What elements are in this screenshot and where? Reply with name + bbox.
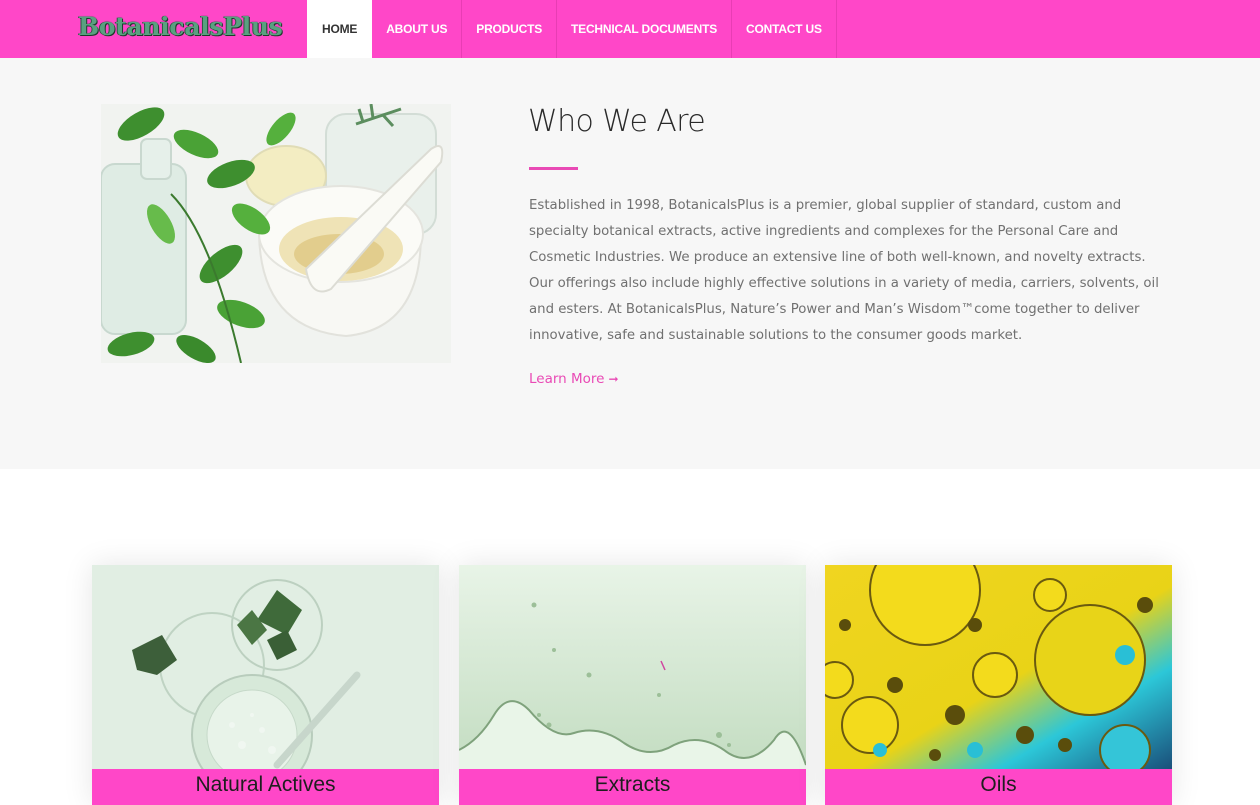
learn-more-label: Learn More [529,371,605,387]
oils-image [825,565,1172,769]
card-extracts[interactable]: Extracts [459,565,806,805]
arrow-right-icon: ➞ [608,372,619,386]
about-description: Established in 1998, BotanicalsPlus is a… [529,198,1159,343]
card-natural-actives[interactable]: Natural Actives [92,565,439,805]
nav-about-us[interactable]: ABOUT US [372,0,463,58]
who-we-are-section: Who We Are Established in 1998, Botanica… [0,58,1260,469]
natural-actives-image [92,565,439,769]
learn-more-link[interactable]: Learn More ➞ [529,371,619,387]
main-nav: HOME ABOUT US PRODUCTS TECHNICAL DOCUMEN… [307,0,837,58]
site-logo[interactable]: BotanicalsPlus [78,12,283,41]
nav-technical-documents[interactable]: TECHNICAL DOCUMENTS [557,0,733,58]
nav-home[interactable]: HOME [307,0,373,58]
nav-contact-us[interactable]: CONTACT US [732,0,837,58]
title-divider [529,167,578,170]
section-title: Who We Are [528,104,706,139]
extracts-image [459,565,806,769]
nav-products[interactable]: PRODUCTS [462,0,558,58]
card-oils[interactable]: Oils [825,565,1172,805]
site-header: BotanicalsPlus HOME ABOUT US PRODUCTS TE… [0,0,1260,58]
mortar-pestle-herbs-image [101,104,451,363]
